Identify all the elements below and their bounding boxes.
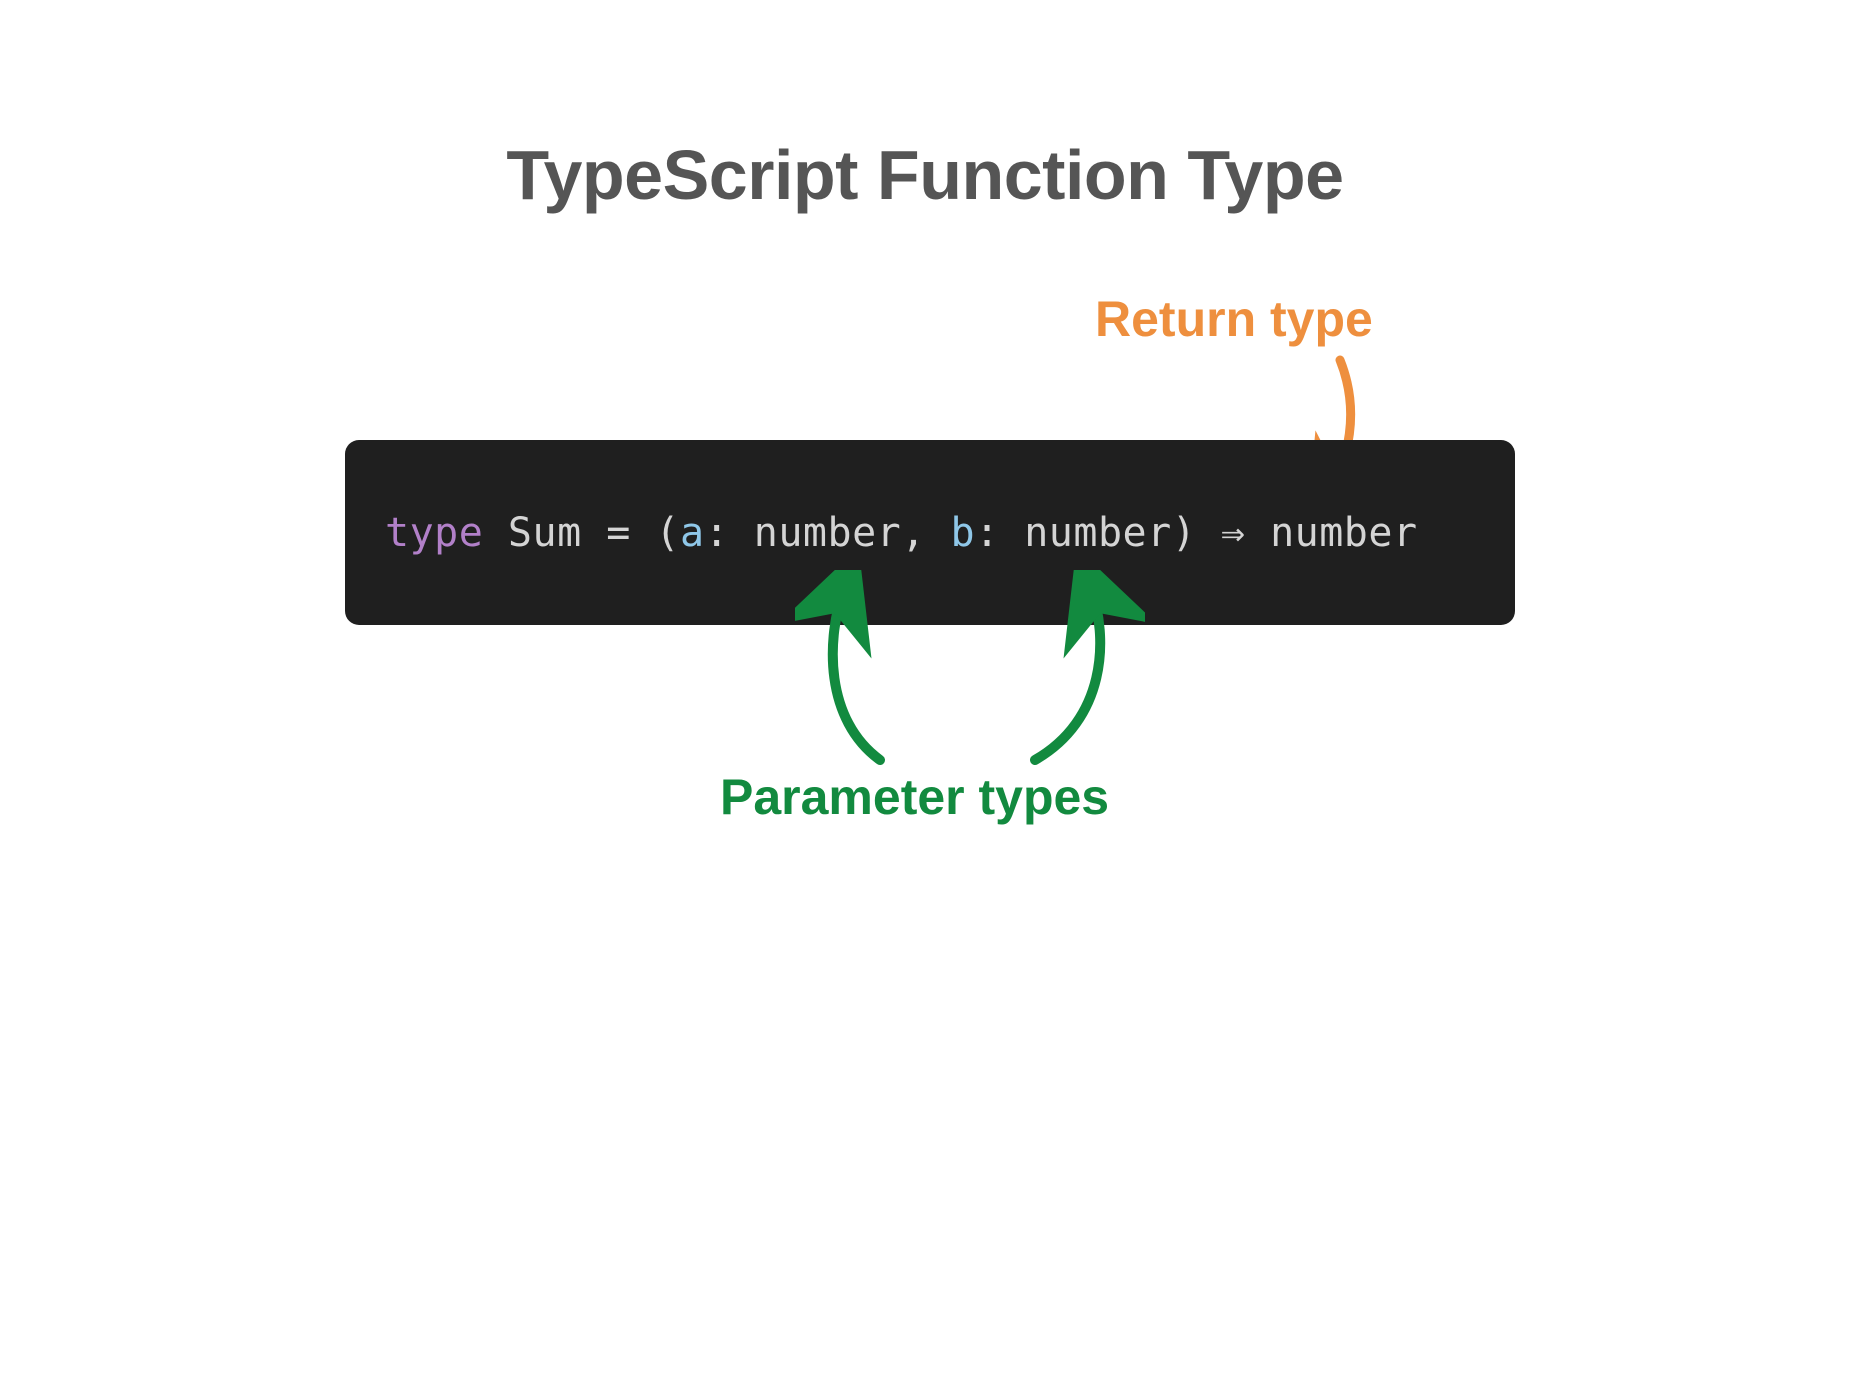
code-token: a [680,510,705,556]
annotation-parameter-types: Parameter types [720,768,1109,826]
code-token: , [901,510,950,556]
code-block: type Sum = (a: number, b: number) ⇒ numb… [345,440,1515,625]
code-token: : [975,510,1024,556]
code-token: number [754,510,902,556]
page-title: TypeScript Function Type [295,135,1555,215]
code-token [483,510,508,556]
code-token: ) [1172,510,1221,556]
code-token [1245,510,1270,556]
code-token: Sum [508,510,582,556]
code-token: type [385,510,483,556]
code-token: : [705,510,754,556]
code-token: ⇒ [1221,510,1246,556]
code-token: b [950,510,975,556]
code-token: = ( [582,510,680,556]
code-token: number [1024,510,1172,556]
diagram-container: TypeScript Function Type Return type typ… [295,0,1555,215]
annotation-return-type: Return type [1095,290,1373,348]
code-token: number [1270,510,1418,556]
